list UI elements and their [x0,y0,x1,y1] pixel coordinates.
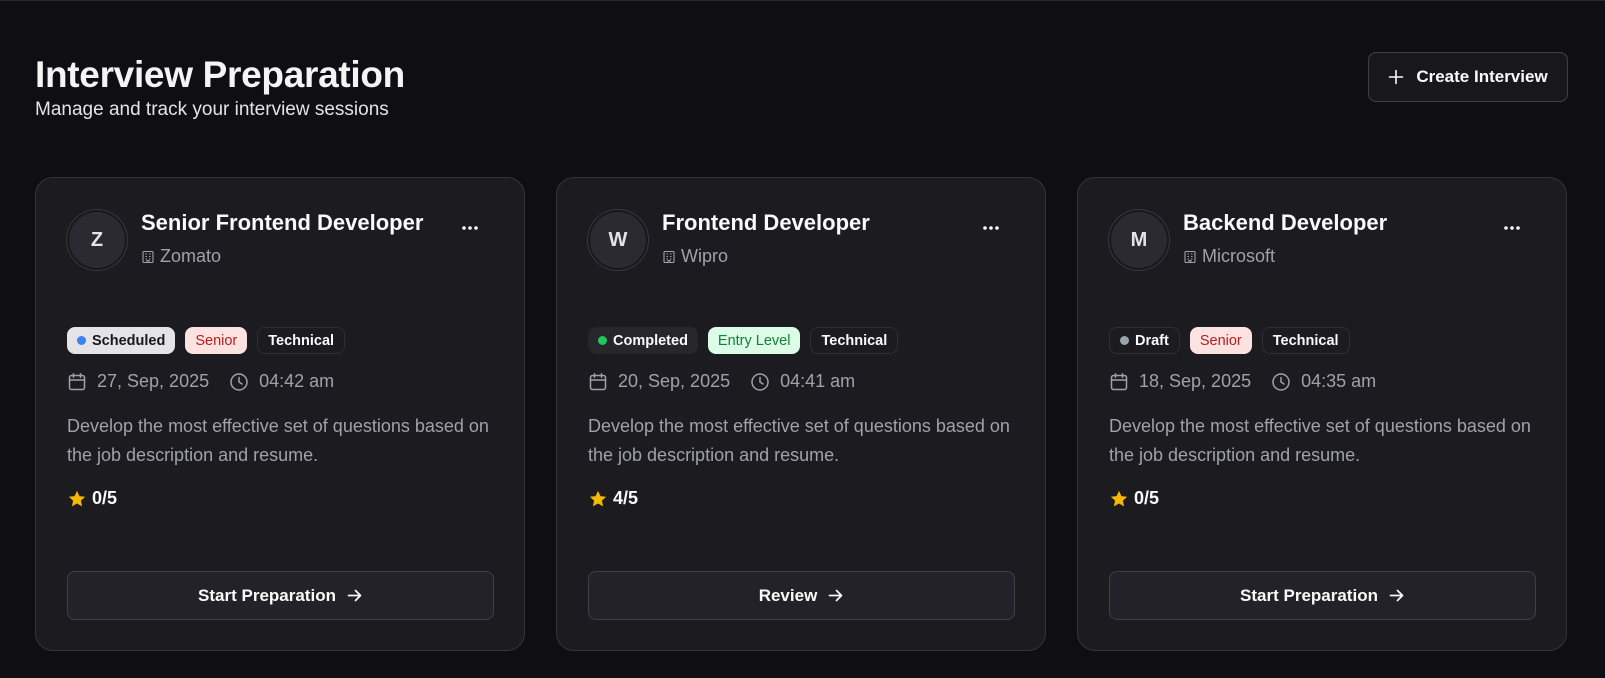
type-badge: Technical [810,327,899,354]
time-label: 04:35 am [1301,371,1377,391]
date-label: 27, Sep, 2025 [97,371,210,391]
status-label: Completed [613,332,688,349]
avatar: Z [67,210,127,270]
page-subtitle: Manage and track your interview sessions [35,99,389,120]
card-menu-button[interactable] [1498,218,1526,238]
company-name: Zomato [141,246,221,267]
rating: 4/5 [588,488,638,509]
rating-value: 0/5 [92,488,118,508]
create-interview-button[interactable]: Create Interview [1368,52,1568,102]
status-badge: Completed [588,327,698,354]
more-horizontal-icon [1504,226,1520,230]
star-icon [589,490,607,506]
badge-row: Completed Entry Level Technical [588,327,899,354]
star-icon [68,490,86,506]
rating: 0/5 [1109,488,1159,509]
time-group: 04:42 am [229,371,334,392]
company-label: Microsoft [1202,246,1276,266]
rating: 0/5 [67,488,117,509]
time-group: 04:41 am [750,371,855,392]
time-label: 04:41 am [780,371,856,391]
date-label: 18, Sep, 2025 [1139,371,1252,391]
level-badge: Senior [1189,327,1252,354]
card-title: Frontend Developer [662,210,870,235]
status-label: Scheduled [92,332,166,349]
company-name: Wipro [662,246,728,267]
clock-icon [230,372,248,391]
rating-value: 4/5 [613,488,639,508]
building-icon [663,250,675,263]
page-title: Interview Preparation [35,54,405,95]
badge-row: Draft Senior Technical [1109,327,1350,354]
status-badge: Draft [1109,327,1180,354]
badge-row: Scheduled Senior Technical [67,327,346,354]
arrow-right-icon [347,589,362,602]
plus-icon [1389,69,1404,85]
status-dot [1120,336,1129,345]
rating-value: 0/5 [1134,488,1160,508]
review-button[interactable]: Review [588,571,1015,620]
clock-icon [1272,372,1290,391]
schedule-info: 18, Sep, 2025 04:35 am [1109,371,1376,392]
status-badge: Scheduled [67,327,176,354]
avatar: W [588,210,648,270]
card-title: Senior Frontend Developer [141,210,424,235]
company-name: Microsoft [1183,246,1275,267]
time-group: 04:35 am [1271,371,1376,392]
company-label: Wipro [681,246,729,266]
schedule-info: 27, Sep, 2025 04:42 am [67,371,334,392]
card-menu-button[interactable] [456,218,484,238]
create-interview-label: Create Interview [1416,67,1548,86]
action-label: Review [758,585,818,605]
interview-card: Z Senior Frontend Developer Zomato Sched… [35,177,525,651]
card-menu-button[interactable] [977,218,1005,238]
status-dot [598,336,607,345]
avatar: M [1109,210,1169,270]
star-icon [1110,490,1128,506]
start-preparation-button[interactable]: Start Preparation [1109,571,1536,620]
level-badge: Entry Level [707,327,801,354]
status-label: Draft [1135,332,1169,349]
clock-icon [751,372,769,391]
date-label: 20, Sep, 2025 [618,371,731,391]
action-label: Start Preparation [1240,585,1378,605]
card-description: Develop the most effective set of questi… [588,416,1010,465]
card-description: Develop the most effective set of questi… [67,416,489,465]
status-dot [77,336,86,345]
interview-card: W Frontend Developer Wipro Completed Ent… [556,177,1046,651]
more-horizontal-icon [983,226,999,230]
level-badge: Senior [185,327,248,354]
type-badge: Technical [1261,327,1350,354]
calendar-icon [68,372,86,390]
action-label: Start Preparation [198,585,336,605]
type-badge: Technical [257,327,346,354]
arrow-right-icon [828,589,843,602]
company-label: Zomato [160,246,222,266]
calendar-icon [1110,372,1128,390]
time-label: 04:42 am [259,371,335,391]
interview-card: M Backend Developer Microsoft Draft Seni… [1077,177,1567,651]
start-preparation-button[interactable]: Start Preparation [67,571,494,620]
more-horizontal-icon [462,226,478,230]
card-title: Backend Developer [1183,210,1388,235]
card-description: Develop the most effective set of questi… [1109,416,1531,465]
building-icon [1184,250,1196,263]
building-icon [142,250,154,263]
calendar-icon [589,372,607,390]
interview-dashboard: Interview Preparation Manage and track y… [0,0,1605,678]
page-header: Interview Preparation Manage and track y… [35,53,405,121]
arrow-right-icon [1389,589,1404,602]
schedule-info: 20, Sep, 2025 04:41 am [588,371,855,392]
